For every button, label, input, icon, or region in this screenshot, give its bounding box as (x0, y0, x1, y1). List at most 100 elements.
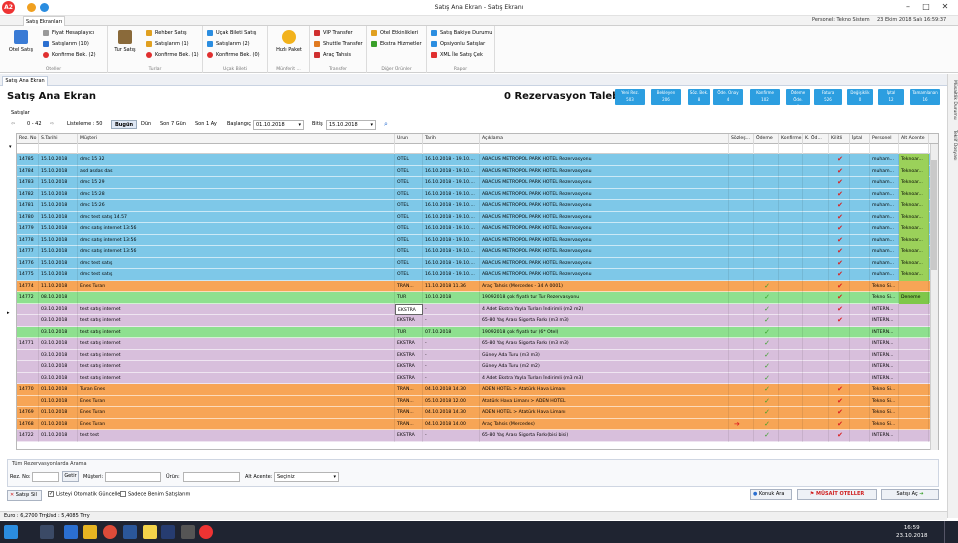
column-header[interactable]: K. Öd... (803, 134, 829, 144)
table-row[interactable]: 14780 15.10.2018 dmc test satış 14.57 OTEL 1… (17, 211, 938, 223)
column-header[interactable]: Konfirme (779, 134, 803, 144)
notes-icon[interactable] (143, 525, 157, 539)
column-header[interactable]: Personel (870, 134, 899, 144)
vip-transfer-button[interactable]: VIP Transfer (314, 29, 353, 37)
table-row[interactable]: 14774 11.10.2018 Enes Turan TRAN... 11.10.20… (17, 280, 938, 292)
filter-cell[interactable] (729, 144, 754, 154)
baslangic-date-input[interactable]: 01.10.2018 ▾ (253, 120, 304, 130)
filter-cell[interactable] (829, 144, 850, 154)
dun-button[interactable]: Dün (141, 120, 151, 129)
filter-cell[interactable] (480, 144, 729, 154)
table-row[interactable]: 03.10.2018 test satış internet EKSTRA - Güne… (17, 349, 938, 361)
grid-filter-row[interactable] (17, 144, 938, 154)
filter-cell[interactable] (850, 144, 870, 154)
table-row[interactable]: 03.10.2018 test satış internet TUR 07.10.20… (17, 326, 938, 338)
hizli-paket-button[interactable]: Hızlı Paket (272, 30, 306, 53)
grid-scroll-thumb[interactable] (931, 160, 937, 270)
column-header[interactable]: S.Tarihi (39, 134, 78, 144)
fiyat-hesaplayici-button[interactable]: Fiyat Hesaplayıcı (43, 29, 94, 37)
table-row[interactable]: 14772 08.10.2018 TUR 10.10.2018 19092018 çok… (17, 292, 938, 304)
filter-cell[interactable] (779, 144, 803, 154)
filter-cell[interactable] (78, 144, 395, 154)
son-7-gun-button[interactable]: Son 7 Gün (160, 120, 186, 129)
filter-cell[interactable] (423, 144, 480, 154)
column-header[interactable]: Tarih (423, 134, 480, 144)
column-header[interactable]: Açıklama (480, 134, 729, 144)
ekstra-hizmetler-button[interactable]: Ekstra Hizmetler (371, 40, 422, 48)
otomatik-guncelle-checkbox[interactable]: ✓ Listeyi Otomatik Güncelle (48, 491, 120, 498)
table-row[interactable]: 03.10.2018 test satış internet EKSTRA -65-8… (17, 315, 938, 327)
column-header[interactable]: Kilitli (829, 134, 850, 144)
minimize-button[interactable]: – (903, 2, 913, 12)
otel-etkinlikleri-button[interactable]: Otel Etkinlikleri (371, 29, 418, 37)
ucak-konfirme-bek-button[interactable]: Konfirme Bek. (0) (207, 51, 260, 59)
terminal-icon[interactable] (181, 525, 195, 539)
table-row[interactable]: 14768 01.10.2018 Enes Turan TRAN... 04.10.20… (17, 418, 938, 430)
column-header[interactable]: Müşteri (78, 134, 395, 144)
chrome-icon[interactable] (103, 525, 117, 539)
column-header[interactable]: Alt Acente (899, 134, 929, 144)
a2-app-icon[interactable] (199, 525, 213, 539)
satis-bakiye-button[interactable]: Satış Bakiye Durumu (431, 29, 492, 37)
table-row[interactable]: 03.10.2018 test satış internet EKSTRA - Güne… (17, 361, 938, 373)
table-row[interactable]: 14770 01.10.2018 Turan Enes TRAN... 04.10.20… (17, 384, 938, 396)
doc-tab-satis-ana-ekran[interactable]: Satış Ana Ekran (2, 76, 48, 86)
column-header[interactable]: İptal (850, 134, 870, 144)
satis-ac-button[interactable]: Satışı Aç ➔ (881, 489, 939, 500)
table-row[interactable]: 14769 01.10.2018 Enes Turan TRAN... 04.10.20… (17, 407, 938, 419)
ucak-bileti-satis-button[interactable]: Uçak Bileti Satış (207, 29, 256, 37)
shuttle-transfer-button[interactable]: Shuttle Transfer (314, 40, 363, 48)
side-tab-teklif[interactable]: Teklif Dosyası (949, 130, 957, 160)
filter-cell[interactable] (803, 144, 829, 154)
musteri-input[interactable] (105, 472, 161, 482)
rehber-satis-button[interactable]: Rehber Satış (146, 29, 187, 37)
table-row[interactable]: 14779 15.10.2018 dmc satış internet 13:56 O… (17, 223, 938, 235)
close-button[interactable]: ✕ (940, 2, 950, 12)
app-icon[interactable] (123, 525, 137, 539)
next-page-icon[interactable]: ⇨ (50, 120, 54, 129)
column-header[interactable]: Urun (395, 134, 423, 144)
show-desktop-button[interactable] (944, 521, 948, 543)
table-row[interactable]: 14782 15.10.2018 dmc 15:28 OTEL 16.10.2018 -… (17, 188, 938, 200)
table-row[interactable]: 14775 15.10.2018 dmc test satış OTEL 16.10.2… (17, 269, 938, 281)
table-row[interactable]: 03.10.2018 test satış internet EKSTRA -4 Ad… (17, 303, 938, 315)
search-icon[interactable]: ⌕ (384, 120, 388, 129)
stat-tile[interactable]: Fatura 526 (814, 89, 842, 105)
table-row[interactable]: 14722 01.10.2018 test test EKSTRA -65-80 Yaş… (17, 430, 938, 442)
getir-button[interactable]: Getir (62, 471, 79, 482)
table-row[interactable]: 01.10.2018 Enes Turan TRAN... 05.10.2018 12… (17, 395, 938, 407)
konuk-ara-button[interactable]: ● Konuk Ara (750, 489, 792, 500)
bugun-button[interactable]: Bugün (111, 120, 138, 129)
table-row[interactable]: 14776 15.10.2018 dmc test satış OTEL 16.10.2… (17, 257, 938, 269)
tur-satis-button[interactable]: Tur Satış (110, 30, 140, 53)
prev-page-icon[interactable]: ⇦ (11, 120, 15, 129)
urun-input[interactable] (183, 472, 240, 482)
table-row[interactable]: 14771 03.10.2018 test satış internet EKSTRA… (17, 338, 938, 350)
filter-cell[interactable] (39, 144, 78, 154)
musait-oteller-button[interactable]: ⚑ MÜSAİT OTELLER (797, 489, 877, 500)
filter-cell[interactable] (754, 144, 779, 154)
opsiyonlu-satislar-button[interactable]: Opsiyonlu Satışlar (431, 40, 485, 48)
explorer-icon[interactable] (64, 525, 78, 539)
filter-cell[interactable] (395, 144, 423, 154)
taskbar-clock[interactable]: 16:59 23.10.2018 (896, 524, 928, 540)
folder-icon[interactable] (83, 525, 97, 539)
table-row[interactable]: 14778 15.10.2018 dmc satış internet 13:56 O… (17, 234, 938, 246)
stat-tile[interactable]: Ödeme Öde. 0 (786, 89, 810, 109)
table-row[interactable]: 14783 15.10.2018 dmc 15 29 OTEL 16.10.2018 -… (17, 177, 938, 189)
stat-tile[interactable]: Söz. Bek. 8 (688, 89, 710, 105)
otel-satislarim-button[interactable]: Satışlarım (10) (43, 40, 89, 48)
rezervasyon-talebi-label[interactable]: 0 Rezervasyon Talebi (504, 91, 623, 102)
otel-konfirme-bek-button[interactable]: Konfirme Bek. (2) (43, 51, 96, 59)
filter-cell[interactable] (899, 144, 929, 154)
altacente-select[interactable]: Seçiniz ▾ (274, 472, 339, 482)
column-header[interactable]: Rez. No (17, 134, 39, 144)
xml-satis-cek-button[interactable]: XML İle Satış Çek (431, 51, 483, 59)
rezno-input[interactable] (32, 472, 59, 482)
arac-tahsis-button[interactable]: Araç Tahsis (314, 51, 351, 59)
side-tab-musaitlik[interactable]: Müsaitlik Durumu (949, 80, 957, 120)
windows-start-icon[interactable] (4, 525, 18, 539)
sadece-benim-checkbox[interactable]: Sadece Benim Satışlarım (120, 491, 190, 498)
stat-tile[interactable]: Öde. Onay 4 (713, 89, 743, 105)
satis-sil-button[interactable]: ✕ Satışı Sil (7, 490, 42, 501)
